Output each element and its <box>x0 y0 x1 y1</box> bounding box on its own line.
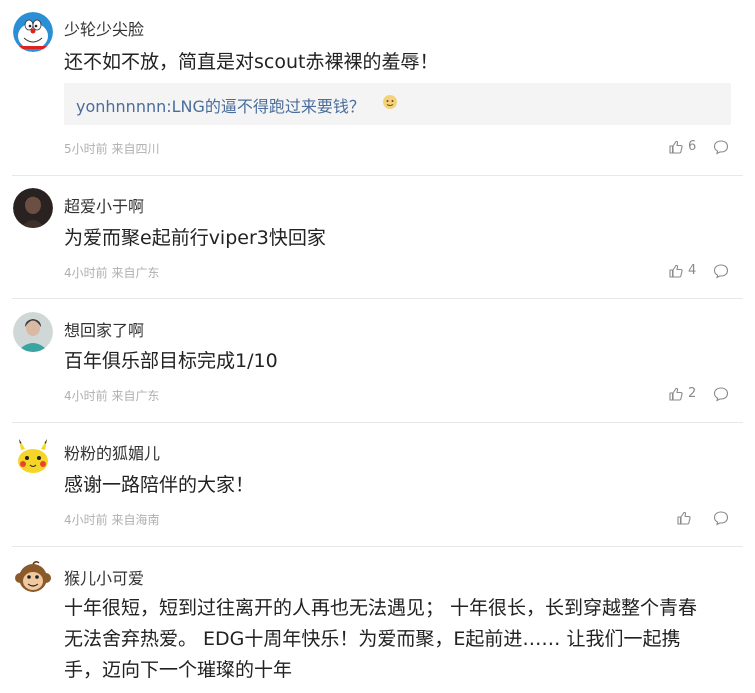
quoted-reply-text: yonhnnnnn:LNG的逼不得跑过来要钱？ <box>76 97 365 116</box>
like-count: 4 <box>688 263 697 278</box>
comment-text: 百年俱乐部目标完成1/10 <box>64 350 278 372</box>
comment-text-line: 十年很短，短到过往离开的人再也无法遇见； 十年很长，长到穿越整个青春 <box>64 597 698 619</box>
thumbs-up-icon[interactable] <box>668 386 684 402</box>
comment-item: 少轮少尖脸 还不如不放，简直是对scout赤裸裸的羞辱！ yonhnnnnn:L… <box>0 0 755 175</box>
comment-text-line: 无法舍弃热爱。 EDG十周年快乐！为爱而聚，E起前进…… 让我们一起携 <box>64 628 681 650</box>
username[interactable]: 想回家了啊 <box>64 317 144 341</box>
comment-item: 猴儿小可爱 十年很短，短到过往离开的人再也无法遇见； 十年很长，长到穿越整个青春… <box>0 546 755 693</box>
like-count: 6 <box>688 139 697 154</box>
pikachu-avatar-icon[interactable] <box>13 435 53 475</box>
thumbs-up-icon[interactable] <box>668 263 684 279</box>
teal-portrait-avatar-icon[interactable] <box>13 312 53 352</box>
speech-bubble-icon[interactable] <box>713 139 729 155</box>
thumbs-up-icon[interactable] <box>676 510 692 526</box>
quoted-reply[interactable]: yonhnnnnn:LNG的逼不得跑过来要钱？ <box>64 83 731 125</box>
comment-item: 超爱小于啊 为爱而聚e起前行viper3快回家 4小时前 来自广东 4 <box>0 175 755 298</box>
username[interactable]: 猴儿小可爱 <box>64 565 144 589</box>
comment-text: 十年很短，短到过往离开的人再也无法遇见； 十年很长，长到穿越整个青春 无法舍弃热… <box>64 593 727 686</box>
comment-meta: 4小时前 来自广东 <box>64 389 160 403</box>
speech-bubble-icon[interactable] <box>713 386 729 402</box>
comment-meta: 4小时前 来自海南 <box>64 513 160 527</box>
username[interactable]: 粉粉的狐媚儿 <box>64 440 160 464</box>
dark-portrait-avatar-icon[interactable] <box>13 188 53 228</box>
thumbs-up-icon[interactable] <box>668 139 684 155</box>
comment-text: 感谢一路陪伴的大家！ <box>64 474 255 496</box>
speech-bubble-icon[interactable] <box>713 510 729 526</box>
like-count: 2 <box>688 386 697 401</box>
speech-bubble-icon[interactable] <box>713 263 729 279</box>
comment-item: 粉粉的狐媚儿 感谢一路陪伴的大家！ 4小时前 来自海南 <box>0 422 755 546</box>
comment-meta: 4小时前 来自广东 <box>64 266 160 280</box>
comment-meta: 5小时前 来自四川 <box>64 142 160 156</box>
comment-text: 为爱而聚e起前行viper3快回家 <box>64 227 326 249</box>
username[interactable]: 超爱小于啊 <box>64 193 144 217</box>
comment-text: 还不如不放，简直是对scout赤裸裸的羞辱！ <box>64 51 439 73</box>
monkey-avatar-icon[interactable] <box>13 558 53 598</box>
doraemon-avatar-icon[interactable] <box>13 12 53 52</box>
username[interactable]: 少轮少尖脸 <box>64 16 144 40</box>
comment-text-line: 手，迈向下一个璀璨的十年 <box>64 659 293 681</box>
comment-item: 想回家了啊 百年俱乐部目标完成1/10 4小时前 来自广东 2 <box>0 298 755 422</box>
emoji-icon <box>382 94 398 110</box>
